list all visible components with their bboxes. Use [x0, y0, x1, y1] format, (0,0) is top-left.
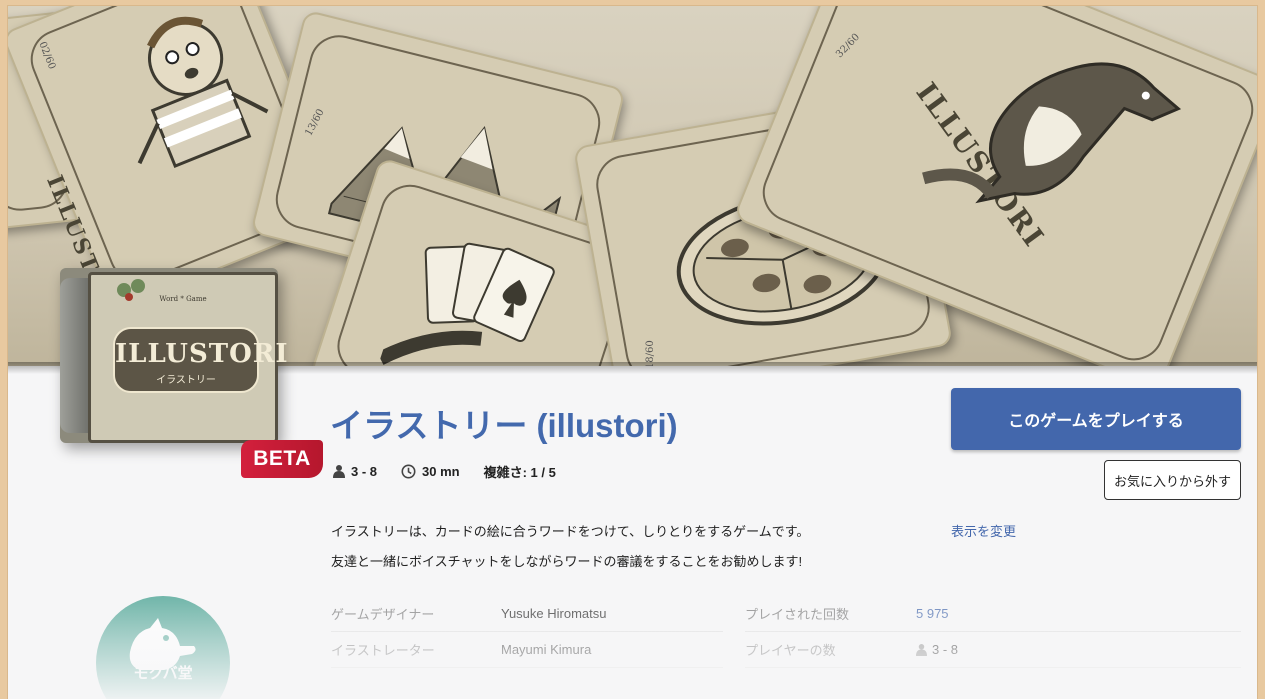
- box-title: ILLUSTORI: [115, 339, 289, 369]
- game-page: 02/60 ILLUSTORI 13/60 18/60 32/60 ILLUST…: [8, 6, 1257, 699]
- duration-info: 30 mn: [401, 464, 460, 479]
- remove-favorite-button[interactable]: お気に入りから外す: [1104, 460, 1241, 500]
- publisher-name: モクバ堂: [133, 665, 193, 682]
- times-played-label: プレイされた回数: [745, 607, 850, 622]
- designer-value[interactable]: Yusuke Hiromatsu: [501, 606, 607, 621]
- players-info: 3 - 8: [333, 464, 377, 479]
- game-box-image: Word * Game ILLUSTORI イラストリー: [60, 268, 289, 443]
- change-view-link[interactable]: 表示を変更: [951, 521, 1016, 540]
- details-row: プレイされた回数 5 975: [745, 596, 1241, 632]
- details-row: ゲームデザイナー Yusuke Hiromatsu: [331, 596, 723, 632]
- player-count-text: 3 - 8: [932, 642, 959, 657]
- box-front: Word * Game ILLUSTORI イラストリー: [88, 272, 289, 443]
- clock-icon: [401, 464, 416, 479]
- players-count: 3 - 8: [351, 464, 378, 479]
- times-played-value[interactable]: 5 975: [916, 606, 949, 621]
- illustrator-value[interactable]: Mayumi Kimura: [501, 642, 591, 657]
- details-row: プレイヤーの数 3 - 8: [745, 632, 1241, 668]
- player-count-value: 3 - 8: [916, 642, 958, 657]
- publisher-logo[interactable]: モクバ堂: [96, 596, 230, 699]
- description-line-1: イラストリーは、カードの絵に合うワードをつけて、しりとりをするゲームです。: [331, 524, 810, 539]
- player-count-label: プレイヤーの数: [745, 643, 836, 658]
- complexity-info: 複雑さ: 1 / 5: [484, 462, 556, 481]
- beta-badge: BETA: [241, 440, 323, 478]
- box-side: [60, 278, 90, 433]
- play-game-button[interactable]: このゲームをプレイする: [951, 388, 1241, 450]
- game-title: イラストリー (illustori): [330, 407, 678, 444]
- duration-value: 30 mn: [422, 464, 460, 479]
- illustrator-label: イラストレーター: [331, 643, 435, 658]
- description-line-2: 友達と一緒にボイスチャットをしながらワードの審議をすることをお勧めします!: [331, 554, 803, 569]
- game-meta: 3 - 8 30 mn 複雑さ: 1 / 5: [333, 462, 580, 481]
- designer-label: ゲームデザイナー: [331, 607, 435, 622]
- box-subtitle: イラストリー: [156, 375, 216, 386]
- complexity-value: 複雑さ: 1 / 5: [483, 465, 556, 480]
- box-logo-plate: ILLUSTORI イラストリー: [113, 327, 289, 393]
- person-icon: [333, 465, 345, 478]
- details-row: イラストレーター Mayumi Kimura: [331, 632, 723, 668]
- person-icon: [916, 643, 927, 656]
- box-tagline: Word * Game: [159, 295, 207, 303]
